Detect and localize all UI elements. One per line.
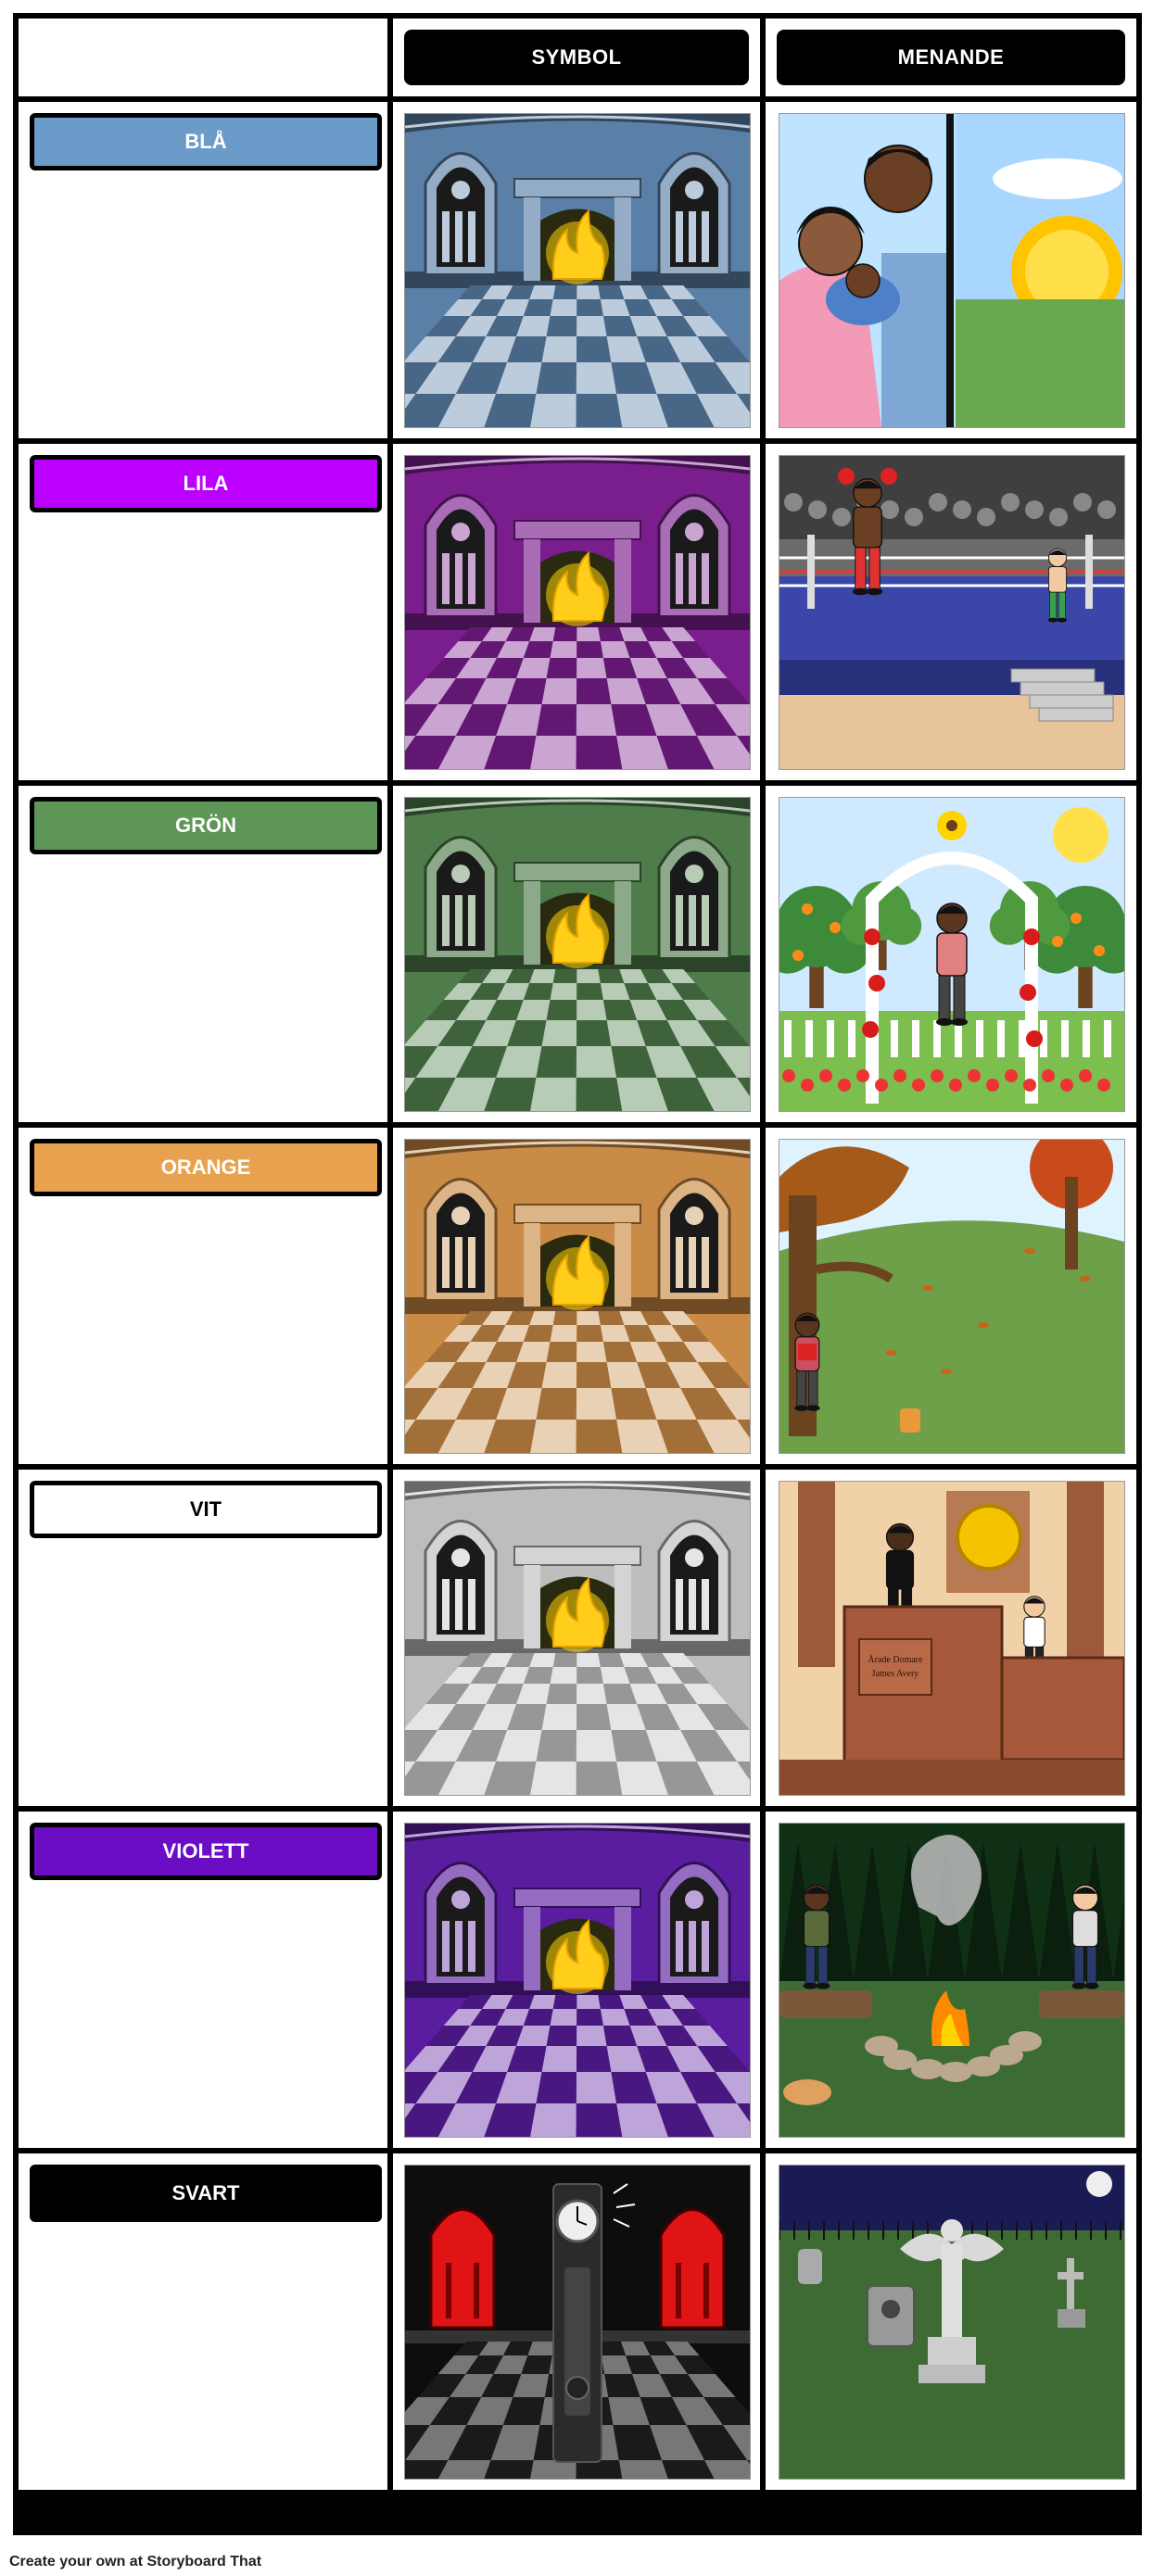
symbol-cell: [393, 444, 760, 780]
color-label: SVART: [30, 2165, 382, 2222]
meaning-cell: [766, 444, 1136, 780]
color-label: BLÅ: [30, 113, 382, 170]
symbol-scene-image: [404, 2165, 751, 2480]
color-label: VIT: [30, 1481, 382, 1538]
meaning-scene-image: [779, 455, 1125, 770]
judge-plaque-line1: Ärade Domare: [868, 1654, 923, 1665]
meaning-cell: Ärade Domare James Avery: [766, 1470, 1136, 1806]
label-cell: LILA: [19, 444, 387, 780]
symbol-cell: [393, 1470, 760, 1806]
color-label: GRÖN: [30, 797, 382, 854]
meaning-scene-image: [779, 797, 1125, 1112]
storyboard-grid: SYMBOL MENANDE BLÅ LILA GRÖN ORANGE VIT …: [13, 13, 1142, 2535]
label-cell: BLÅ: [19, 102, 387, 438]
color-label: ORANGE: [30, 1139, 382, 1196]
meaning-scene-image: [779, 1823, 1125, 2138]
label-cell: SVART: [19, 2153, 387, 2490]
symbol-scene-image: [404, 113, 751, 428]
column-header-symbol: SYMBOL: [404, 30, 749, 85]
footer-credit[interactable]: Create your own at Storyboard That: [9, 2554, 261, 2570]
symbol-cell: [393, 102, 760, 438]
symbol-cell: [393, 1128, 760, 1464]
label-cell: GRÖN: [19, 786, 387, 1122]
judge-plaque-line2: James Avery: [872, 1669, 919, 1679]
meaning-cell: [766, 1128, 1136, 1464]
color-label: LILA: [30, 455, 382, 512]
meaning-scene-image: [779, 113, 1125, 428]
label-cell: ORANGE: [19, 1128, 387, 1464]
label-cell: VIOLETT: [19, 1812, 387, 2148]
meaning-scene-image: Ärade Domare James Avery: [779, 1481, 1125, 1796]
meaning-cell: [766, 102, 1136, 438]
meaning-cell: [766, 786, 1136, 1122]
header-meaning-cell: MENANDE: [766, 19, 1136, 96]
symbol-cell: [393, 2153, 760, 2490]
symbol-scene-image: [404, 455, 751, 770]
symbol-scene-image: [404, 1139, 751, 1454]
symbol-cell: [393, 786, 760, 1122]
symbol-scene-image: [404, 797, 751, 1112]
color-label: VIOLETT: [30, 1823, 382, 1880]
header-empty-cell: [19, 19, 387, 96]
header-symbol-cell: SYMBOL: [393, 19, 760, 96]
symbol-scene-image: [404, 1823, 751, 2138]
meaning-scene-image: [779, 1139, 1125, 1454]
column-header-meaning: MENANDE: [777, 30, 1125, 85]
meaning-cell: [766, 1812, 1136, 2148]
symbol-cell: [393, 1812, 760, 2148]
label-cell: VIT: [19, 1470, 387, 1806]
symbol-scene-image: [404, 1481, 751, 1796]
meaning-cell: [766, 2153, 1136, 2490]
meaning-scene-image: [779, 2165, 1125, 2480]
